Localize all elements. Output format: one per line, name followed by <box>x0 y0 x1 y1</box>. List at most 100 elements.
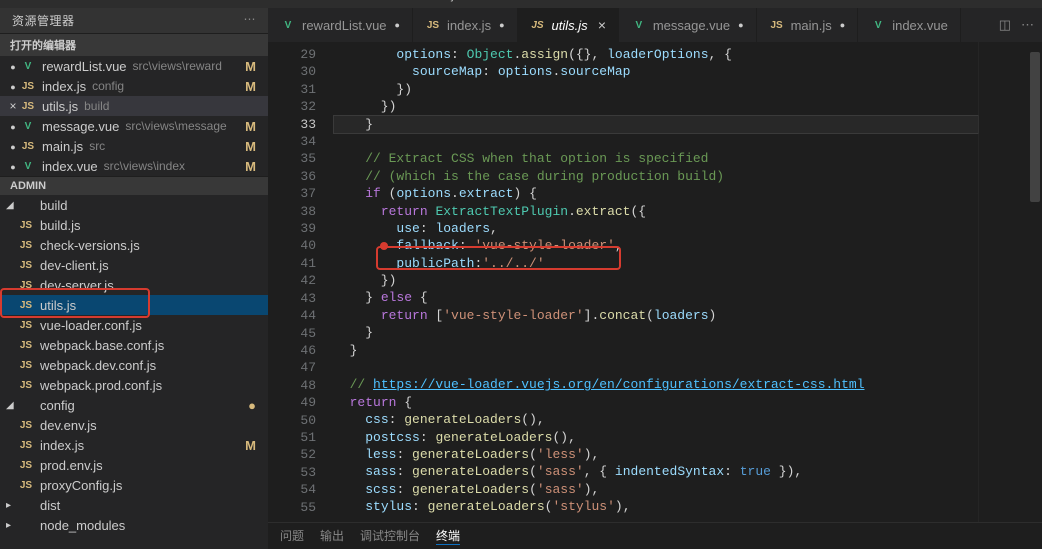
code-line[interactable]: return { <box>334 394 978 411</box>
code-line[interactable]: }) <box>334 272 978 289</box>
vertical-scrollbar[interactable] <box>1028 42 1042 522</box>
vue-file-icon: V <box>280 17 296 33</box>
code-line[interactable]: }) <box>334 98 978 115</box>
panel-tab[interactable]: 问题 <box>280 527 304 545</box>
code-line[interactable]: options: Object.assign({}, loaderOptions… <box>334 46 978 63</box>
code-line[interactable]: postcss: generateLoaders(), <box>334 429 978 446</box>
code-line[interactable]: scss: generateLoaders('sass'), <box>334 481 978 498</box>
tree-item-label: dist <box>40 498 60 513</box>
open-editors-header[interactable]: 打开的编辑器 <box>0 33 268 56</box>
open-editor-item[interactable]: VrewardList.vuesrc\views\rewardM <box>0 56 268 76</box>
file-item[interactable]: JSprod.env.js <box>0 455 268 475</box>
split-editor-icon[interactable]: ◫ <box>999 17 1011 33</box>
minimap[interactable] <box>978 42 1028 522</box>
chevron-icon: ◢ <box>6 400 18 411</box>
editor-tab[interactable]: Vmessage.vue● <box>619 8 757 42</box>
folder-item[interactable]: ◢config● <box>0 395 268 415</box>
close-tab-icon[interactable]: × <box>598 17 606 33</box>
file-item[interactable]: JSwebpack.prod.conf.js <box>0 375 268 395</box>
code-line[interactable]: } else { <box>334 289 978 306</box>
js-file-icon: JS <box>18 217 34 233</box>
editor-tab[interactable]: Vindex.vue <box>858 8 961 42</box>
open-editor-item[interactable]: JSmain.jssrcM <box>0 136 268 156</box>
file-item[interactable]: JSindex.jsM <box>0 435 268 455</box>
close-icon[interactable]: × <box>6 99 20 113</box>
code-line[interactable] <box>334 359 978 376</box>
explorer-title: 资源管理器 <box>12 14 75 28</box>
explorer-title-bar: 资源管理器 ⋯ <box>0 8 268 33</box>
code-content[interactable]: options: Object.assign({}, loaderOptions… <box>330 42 978 522</box>
panel-tab[interactable]: 终端 <box>436 527 460 545</box>
file-item[interactable]: JSdev-server.js <box>0 275 268 295</box>
panel-tab[interactable]: 输出 <box>320 527 344 545</box>
editor-tab[interactable]: JSindex.js● <box>413 8 518 42</box>
modified-dot-icon: ● <box>840 20 845 30</box>
code-line[interactable] <box>334 133 978 150</box>
git-status-badge: M <box>245 438 256 453</box>
file-item[interactable]: JSdev.env.js <box>0 415 268 435</box>
file-item[interactable]: JSproxyConfig.js <box>0 475 268 495</box>
code-line[interactable]: } <box>334 324 978 341</box>
code-line[interactable]: // Extract CSS when that option is speci… <box>334 150 978 167</box>
js-file-icon: JS <box>530 17 546 33</box>
code-line[interactable]: less: generateLoaders('less'), <box>334 446 978 463</box>
open-editor-item[interactable]: ×JSutils.jsbuild <box>0 96 268 116</box>
code-line[interactable]: }) <box>334 81 978 98</box>
code-line[interactable]: return ExtractTextPlugin.extract({ <box>334 203 978 220</box>
vue-file-icon: V <box>870 17 886 33</box>
file-item[interactable]: JSutils.js <box>0 295 268 315</box>
tab-label: rewardList.vue <box>302 18 387 33</box>
code-line[interactable]: sourceMap: options.sourceMap <box>334 63 978 80</box>
file-name: main.js <box>42 139 83 154</box>
open-editor-item[interactable]: JSindex.jsconfigM <box>0 76 268 96</box>
js-file-icon: JS <box>18 477 34 493</box>
project-root-header[interactable]: ADMIN <box>0 176 268 195</box>
folder-item[interactable]: ▸dist <box>0 495 268 515</box>
js-file-icon: JS <box>18 257 34 273</box>
open-editor-item[interactable]: Vindex.vuesrc\views\indexM <box>0 156 268 176</box>
code-line[interactable]: fallback: 'vue-style-loader', <box>334 237 978 254</box>
file-item[interactable]: JSvue-loader.conf.js <box>0 315 268 335</box>
js-file-icon: JS <box>425 17 441 33</box>
file-item[interactable]: JSwebpack.dev.conf.js <box>0 355 268 375</box>
code-line[interactable]: } <box>334 342 978 359</box>
line-number-gutter: 2930313233343536373839404142434445464748… <box>268 42 330 522</box>
file-name: utils.js <box>42 99 78 114</box>
code-line[interactable]: // (which is the case during production … <box>334 168 978 185</box>
folder-item[interactable]: ▸node_modules <box>0 515 268 535</box>
open-editor-item[interactable]: Vmessage.vuesrc\views\messageM <box>0 116 268 136</box>
code-line[interactable]: sass: generateLoaders('sass', { indented… <box>334 463 978 480</box>
code-line[interactable]: } <box>334 116 978 133</box>
js-file-icon: JS <box>18 357 34 373</box>
explorer-more-icon[interactable]: ⋯ <box>244 12 257 26</box>
editor-tab[interactable]: VrewardList.vue● <box>268 8 413 42</box>
modified-dot-icon <box>6 159 20 173</box>
folder-item[interactable]: ◢build <box>0 195 268 215</box>
code-line[interactable]: // https://vue-loader.vuejs.org/en/confi… <box>334 376 978 393</box>
tab-label: index.js <box>447 18 491 33</box>
file-name: index.vue <box>42 159 98 174</box>
js-file-icon: JS <box>18 457 34 473</box>
panel-tab[interactable]: 调试控制台 <box>360 527 420 545</box>
js-file-icon: JS <box>18 277 34 293</box>
tree-item-label: webpack.base.conf.js <box>40 338 164 353</box>
file-item[interactable]: JScheck-versions.js <box>0 235 268 255</box>
code-line[interactable]: css: generateLoaders(), <box>334 411 978 428</box>
editor-tab[interactable]: JSmain.js● <box>757 8 859 42</box>
editor-tab[interactable]: JSutils.js× <box>518 8 619 42</box>
file-item[interactable]: JSwebpack.base.conf.js <box>0 335 268 355</box>
code-line[interactable]: use: loaders, <box>334 220 978 237</box>
file-item[interactable]: JSdev-client.js <box>0 255 268 275</box>
code-line[interactable]: if (options.extract) { <box>334 185 978 202</box>
code-line[interactable]: publicPath:'../../' <box>334 255 978 272</box>
vue-file-icon: V <box>631 17 647 33</box>
editor-more-icon[interactable]: ⋯ <box>1021 17 1034 33</box>
vue-file-icon: V <box>20 158 36 174</box>
js-file-icon: JS <box>769 17 785 33</box>
code-line[interactable]: stylus: generateLoaders('stylus'), <box>334 498 978 515</box>
folder-icon <box>18 197 34 213</box>
breakpoint-dot-icon <box>380 242 388 250</box>
file-item[interactable]: JSbuild.js <box>0 215 268 235</box>
code-line[interactable]: return ['vue-style-loader'].concat(loade… <box>334 307 978 324</box>
code-editor[interactable]: 2930313233343536373839404142434445464748… <box>268 42 1042 522</box>
